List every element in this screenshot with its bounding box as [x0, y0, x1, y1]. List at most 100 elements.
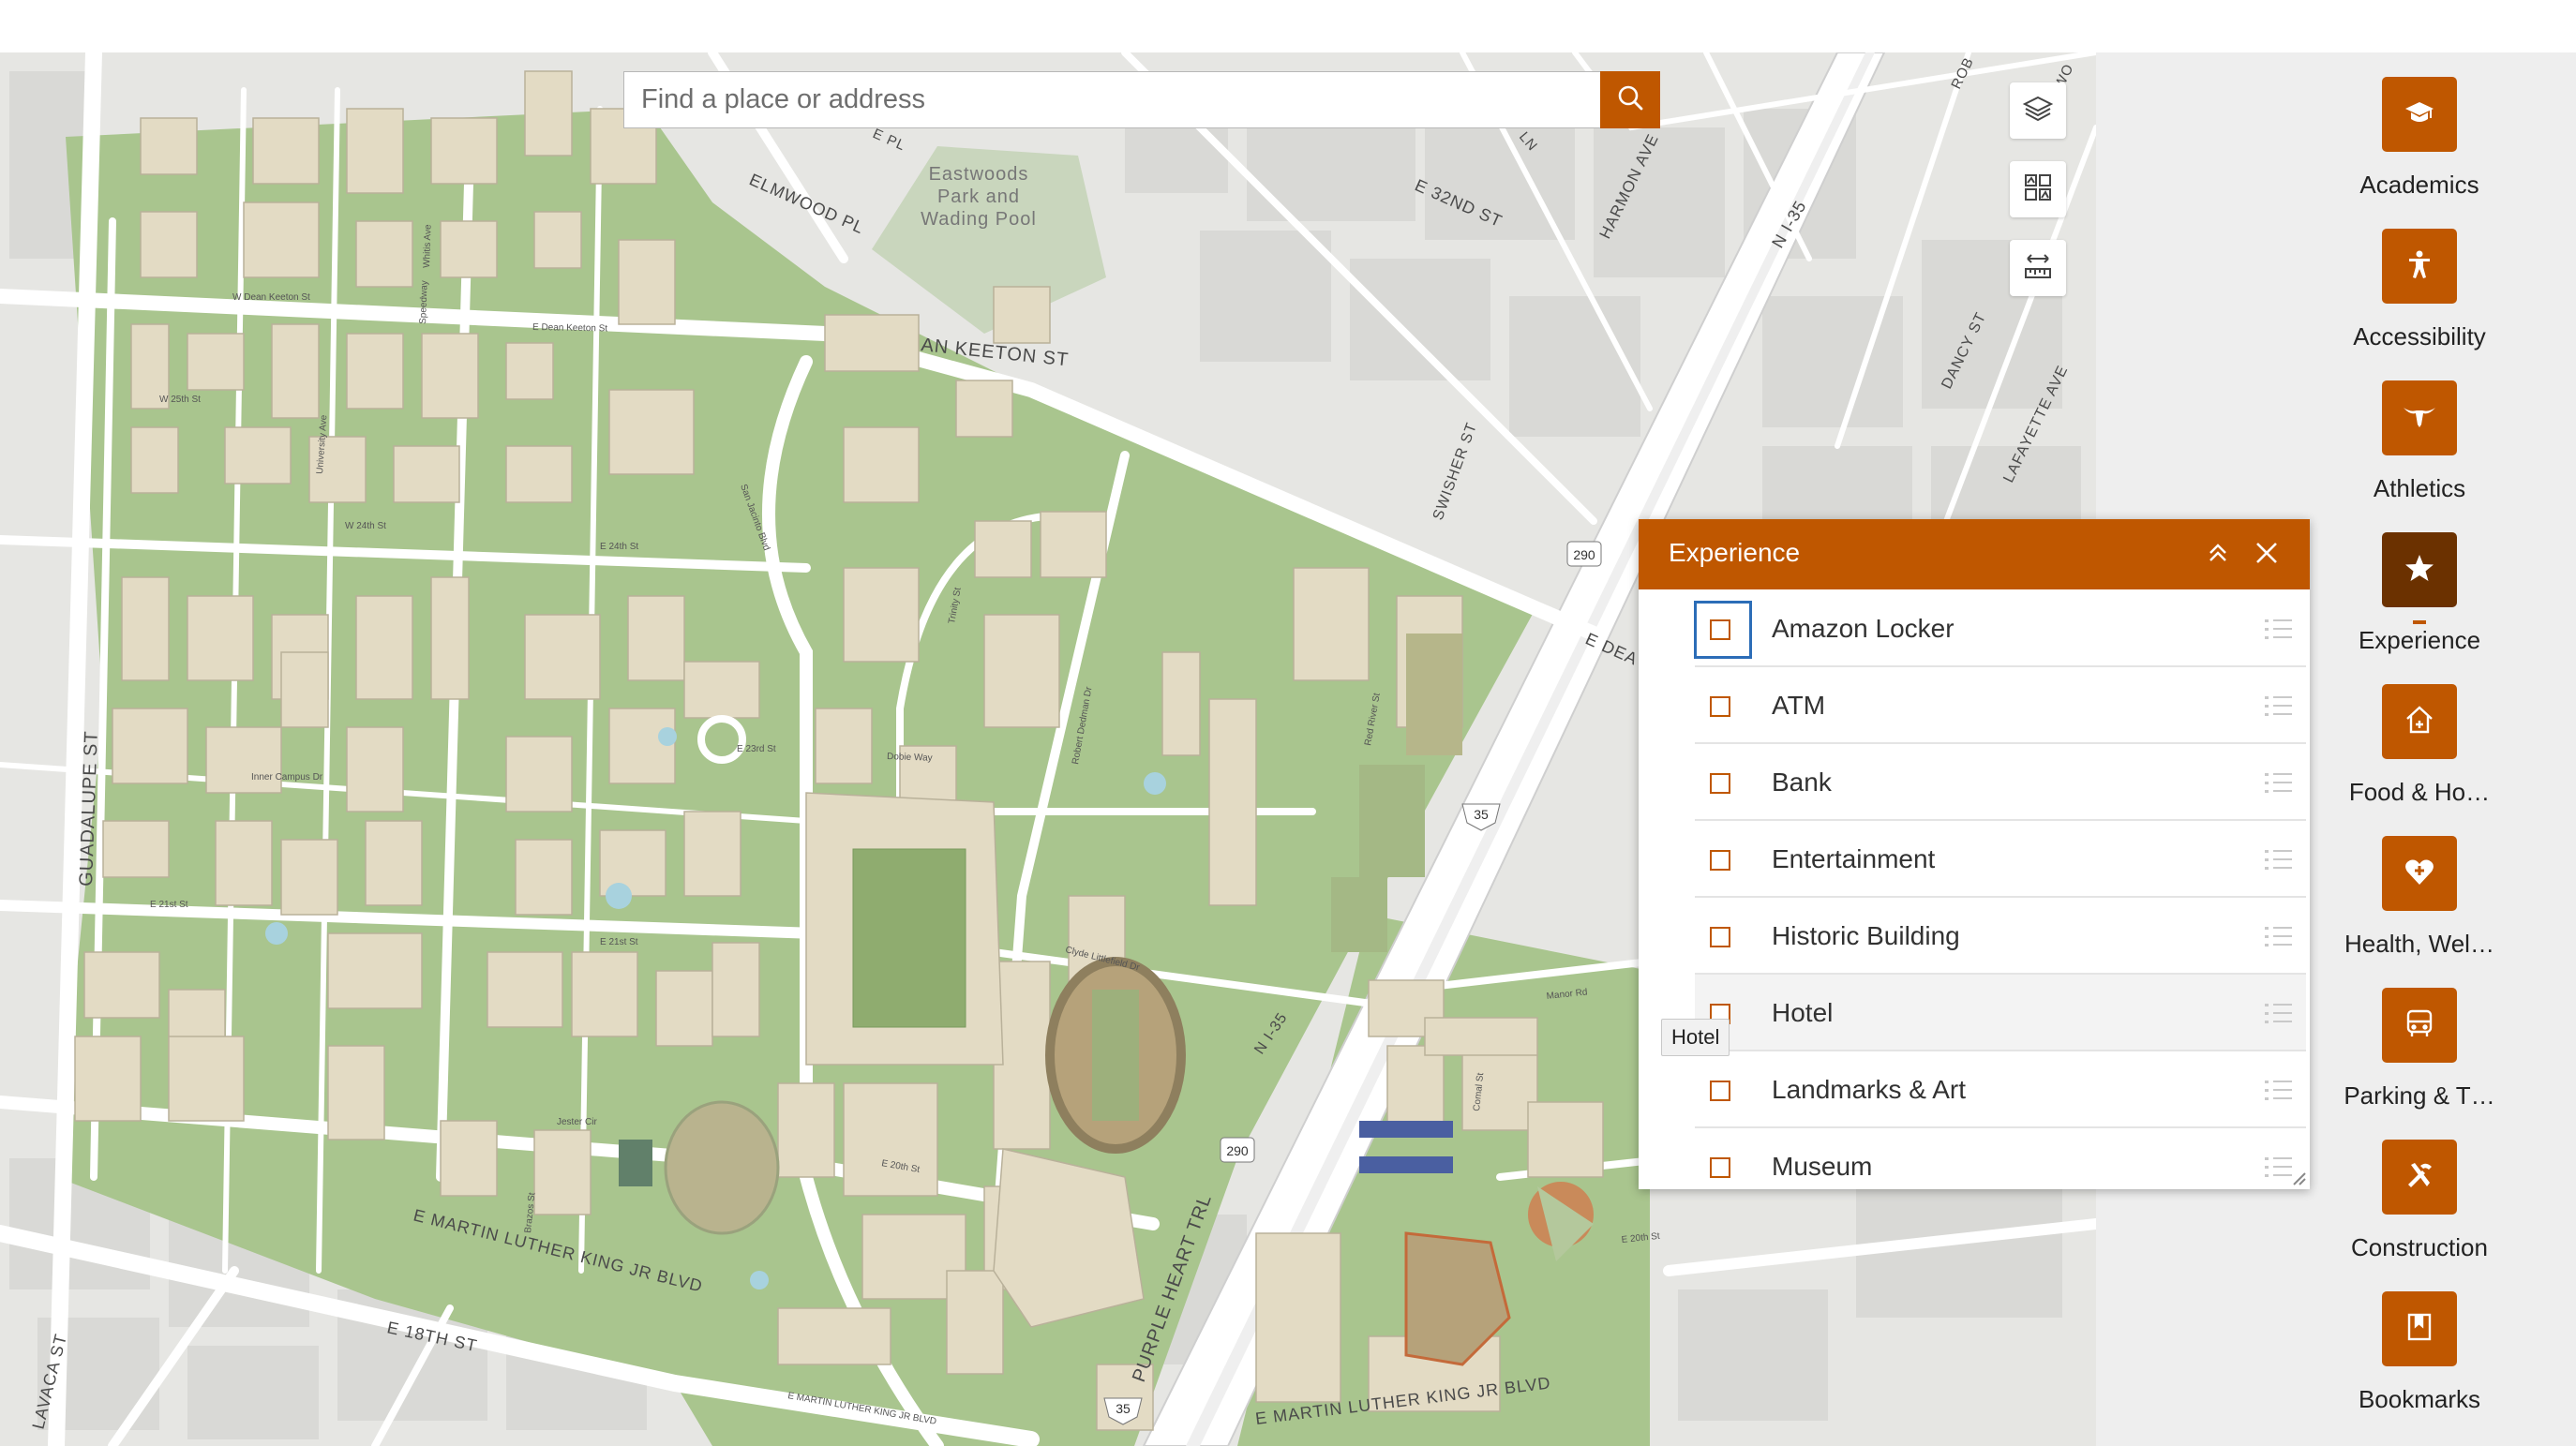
bus-icon: [2404, 1007, 2435, 1044]
svg-text:290: 290: [1573, 547, 1595, 562]
star-icon: [2404, 552, 2435, 589]
svg-text:E PL: E PL: [870, 126, 907, 154]
nav-item-bookmarks[interactable]: Bookmarks: [2096, 1291, 2576, 1443]
search-button[interactable]: [1600, 71, 1660, 128]
layer-row[interactable]: Museum: [1695, 1128, 2306, 1189]
svg-text:W 25th St: W 25th St: [159, 395, 201, 405]
nav-label: Accessibility: [2353, 322, 2486, 350]
layer-label: Hotel: [1772, 998, 1834, 1027]
svg-text:Jester Cir: Jester Cir: [557, 1117, 597, 1127]
layer-row[interactable]: Landmarks & Art: [1695, 1051, 2306, 1128]
layer-row[interactable]: Bank: [1695, 744, 2306, 821]
svg-text:290: 290: [1226, 1143, 1249, 1158]
layer-checkbox[interactable]: [1710, 850, 1730, 871]
nav-label: Academics: [2359, 171, 2479, 199]
svg-text:Dobie Way: Dobie Way: [887, 752, 933, 764]
layers-icon: [2022, 93, 2054, 129]
longhorn-icon: [2403, 404, 2436, 433]
layer-checkbox[interactable]: [1710, 927, 1730, 947]
layer-row[interactable]: Entertainment: [1695, 821, 2306, 898]
svg-text:Speedway: Speedway: [418, 280, 430, 324]
close-button[interactable]: [2248, 536, 2285, 574]
mortarboard-icon: [2404, 97, 2435, 133]
accessibility-icon: [2404, 248, 2435, 285]
heart-plus-icon: [2404, 856, 2435, 892]
layer-label: Bank: [1772, 768, 1832, 797]
nav-button[interactable]: [2382, 229, 2457, 304]
layer-row[interactable]: ATM: [1695, 667, 2306, 744]
layers-button[interactable]: [2010, 82, 2066, 139]
layer-label: Entertainment: [1772, 844, 1936, 873]
nav-button[interactable]: [2382, 1140, 2457, 1215]
experience-panel: Experience Amazon Locker ATM Bank Entert…: [1639, 519, 2310, 1189]
nav-item-athletics[interactable]: Athletics: [2096, 380, 2576, 532]
collapse-button[interactable]: [2199, 536, 2237, 574]
svg-text:Wading Pool: Wading Pool: [921, 209, 1037, 230]
svg-text:Inner Campus Dr: Inner Campus Dr: [251, 772, 323, 783]
nav-button[interactable]: [2382, 532, 2457, 607]
drag-handle-icon[interactable]: [2265, 924, 2293, 950]
nav-button[interactable]: [2382, 380, 2457, 455]
search-input[interactable]: [624, 72, 1599, 127]
svg-text:E 21st St: E 21st St: [600, 937, 638, 947]
chevron-double-up-icon: [2204, 539, 2232, 572]
drag-handle-icon[interactable]: [2265, 693, 2293, 720]
layer-label: Museum: [1772, 1152, 1873, 1181]
svg-text:E Dean Keeton St: E Dean Keeton St: [532, 322, 607, 334]
resize-handle-icon[interactable]: [2291, 1170, 2306, 1185]
layer-checkbox[interactable]: [1710, 1081, 1730, 1101]
svg-text:W 24th St: W 24th St: [345, 521, 386, 531]
svg-text:35: 35: [1116, 1401, 1131, 1416]
tools-icon: [2404, 1159, 2435, 1196]
nav-button[interactable]: [2382, 77, 2457, 152]
svg-text:35: 35: [1474, 807, 1489, 822]
drag-handle-icon[interactable]: [2265, 617, 2293, 643]
svg-text:W Dean Keeton St: W Dean Keeton St: [232, 292, 310, 303]
layer-label: ATM: [1772, 691, 1826, 720]
drag-handle-icon[interactable]: [2265, 847, 2293, 873]
drag-handle-icon[interactable]: [2265, 1155, 2293, 1181]
layer-label: Landmarks & Art: [1772, 1075, 1966, 1104]
drag-handle-icon[interactable]: [2265, 1078, 2293, 1104]
search-bar: [623, 71, 1660, 128]
nav-button[interactable]: [2382, 684, 2457, 759]
panel-header: Experience: [1639, 519, 2310, 589]
nav-label: Health, Wel…: [2344, 930, 2494, 958]
svg-text:SWISHER ST: SWISHER ST: [1430, 421, 1480, 523]
svg-text:Eastwoods: Eastwoods: [929, 164, 1029, 185]
svg-text:E 24th St: E 24th St: [600, 542, 638, 552]
layer-row[interactable]: Hotel: [1695, 975, 2306, 1051]
nav-label: Food & Ho…: [2348, 778, 2491, 806]
layer-label: Amazon Locker: [1772, 614, 1954, 643]
basemap-gallery-icon: [2022, 171, 2054, 208]
nav-label: Experience: [2358, 626, 2481, 654]
layer-checkbox[interactable]: [1710, 696, 1730, 717]
measure-icon: [2022, 250, 2054, 287]
svg-text:ELMWOOD PL: ELMWOOD PL: [746, 170, 867, 237]
layer-checkbox[interactable]: [1710, 773, 1730, 794]
layer-checkbox[interactable]: [1710, 619, 1730, 640]
layer-checkbox[interactable]: [1710, 1157, 1730, 1178]
nav-button[interactable]: [2382, 988, 2457, 1063]
panel-title: Experience: [1669, 538, 1801, 567]
nav-button[interactable]: [2382, 1291, 2457, 1366]
layer-row[interactable]: Amazon Locker: [1694, 590, 2306, 667]
house-icon: [2404, 704, 2435, 740]
svg-text:E 23rd St: E 23rd St: [737, 744, 776, 754]
nav-button[interactable]: [2382, 836, 2457, 911]
nav-label: Construction: [2351, 1233, 2488, 1261]
layer-label: Historic Building: [1772, 921, 1960, 950]
svg-text:Whitis Ave: Whitis Ave: [422, 224, 434, 268]
basemap-gallery-button[interactable]: [2010, 161, 2066, 217]
measure-button[interactable]: [2010, 240, 2066, 296]
drag-handle-icon[interactable]: [2265, 770, 2293, 797]
search-icon: [1615, 82, 1645, 117]
nav-item-academics[interactable]: Academics: [2096, 77, 2576, 229]
svg-text:Park and: Park and: [937, 186, 1020, 207]
drag-handle-icon[interactable]: [2265, 1001, 2293, 1027]
tooltip: Hotel: [1661, 1019, 1730, 1056]
svg-text:E 21st St: E 21st St: [150, 900, 188, 910]
layer-row[interactable]: Historic Building: [1695, 898, 2306, 975]
nav-item-accessibility[interactable]: Accessibility: [2096, 229, 2576, 380]
nav-label: Parking & T…: [2344, 1081, 2495, 1110]
